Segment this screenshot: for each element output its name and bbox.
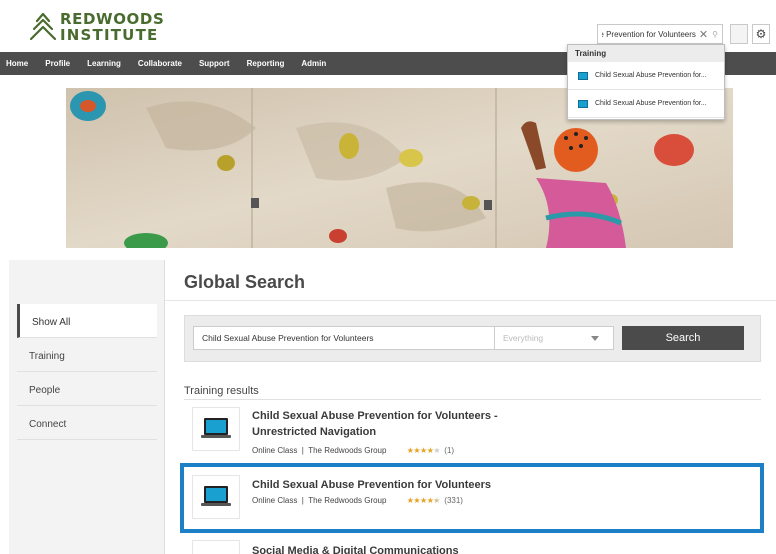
nav-support[interactable]: Support xyxy=(199,59,230,68)
result-meta: Online Class | The Redwoods Group ★★★★★ … xyxy=(252,446,455,455)
nav-reporting[interactable]: Reporting xyxy=(247,59,285,68)
filter-tab-show-all[interactable]: Show All xyxy=(17,304,157,338)
search-suggestions: Training Child Sexual Abuse Prevention f… xyxy=(567,44,725,120)
tree-logo-icon xyxy=(30,12,56,41)
search-panel: Child Sexual Abuse Prevention for Volunt… xyxy=(184,315,761,362)
result-title[interactable]: Social Media & Digital Communications xyxy=(252,544,459,554)
rating-count: (1) xyxy=(444,446,455,455)
suggestion-label: Child Sexual Abuse Prevention for... xyxy=(595,72,707,79)
search-button[interactable]: Search xyxy=(622,326,744,350)
suggestion-item[interactable]: Child Sexual Abuse Prevention for... xyxy=(568,90,724,118)
result-type: Online Class xyxy=(252,446,298,455)
result-title-line1: Child Sexual Abuse Prevention for Volunt… xyxy=(252,410,498,422)
results-heading: Training results xyxy=(184,385,259,397)
course-icon xyxy=(578,99,588,108)
laptop-icon xyxy=(192,407,240,451)
gear-icon: ⚙ xyxy=(755,27,767,41)
brand-name-line2: INSTITUTE xyxy=(60,25,159,44)
header-search-input[interactable]: Child Sexual Abuse Prevention for Volunt… xyxy=(597,24,723,44)
nav-home[interactable]: Home xyxy=(6,59,28,68)
settings-button[interactable]: ⚙ xyxy=(752,24,770,44)
result-provider: The Redwoods Group xyxy=(308,446,387,455)
suggestion-item[interactable]: Child Sexual Abuse Prevention for... xyxy=(568,62,724,90)
result-item[interactable]: Social Media & Digital Communications xyxy=(192,540,752,554)
course-icon xyxy=(578,71,588,80)
scope-value: Everything xyxy=(503,333,544,343)
suggestion-label: Child Sexual Abuse Prevention for... xyxy=(595,100,707,107)
nav-profile[interactable]: Profile xyxy=(45,59,70,68)
course-thumbnail xyxy=(192,540,240,554)
rating-stars: ★★★★★ xyxy=(406,446,441,455)
search-icon[interactable]: ⚲ xyxy=(712,30,718,39)
search-scope-select[interactable]: Everything xyxy=(494,326,614,350)
suggestions-header: Training xyxy=(568,45,724,62)
chevron-down-icon xyxy=(591,336,599,341)
nav-admin[interactable]: Admin xyxy=(301,59,326,68)
search-query-input[interactable]: Child Sexual Abuse Prevention for Volunt… xyxy=(193,326,494,350)
filter-tab-connect[interactable]: Connect xyxy=(17,406,157,440)
result-item[interactable]: Child Sexual Abuse Prevention for Volunt… xyxy=(192,407,752,459)
user-avatar-button[interactable] xyxy=(730,24,748,44)
filter-tab-people[interactable]: People xyxy=(17,372,157,406)
divider xyxy=(165,300,776,301)
divider xyxy=(184,399,761,400)
nav-collaborate[interactable]: Collaborate xyxy=(138,59,182,68)
close-icon[interactable]: ✕ xyxy=(699,28,708,41)
result-title[interactable]: Child Sexual Abuse Prevention for Volunt… xyxy=(252,409,498,441)
header-search-value: Child Sexual Abuse Prevention for Volunt… xyxy=(602,29,696,39)
filter-tab-training[interactable]: Training xyxy=(17,338,157,372)
brand-name-line1: REDWOODS xyxy=(60,9,165,28)
selected-result-highlight xyxy=(180,463,764,533)
nav-learning[interactable]: Learning xyxy=(87,59,121,68)
result-title-line2: Unrestricted Navigation xyxy=(252,425,377,438)
redwoods-logo[interactable]: REDWOODS INSTITUTE xyxy=(30,9,164,45)
page-title: Global Search xyxy=(184,272,306,292)
